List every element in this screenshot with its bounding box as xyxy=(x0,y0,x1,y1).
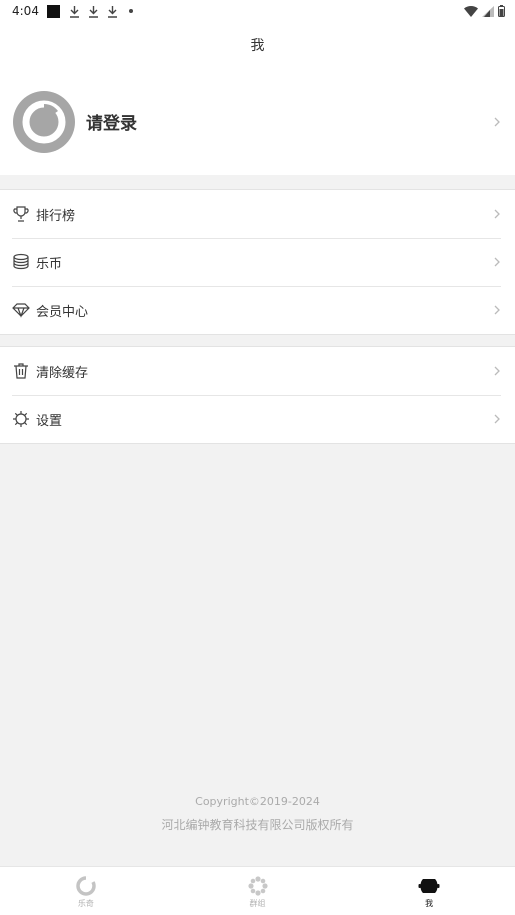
nav-tab-me[interactable]: 我 xyxy=(343,867,515,915)
menu-label: 乐币 xyxy=(36,256,63,272)
bell-icon xyxy=(418,879,440,893)
bottom-nav: 乐奇 群组 我 xyxy=(0,866,515,915)
notification-dot-icon xyxy=(128,9,133,13)
menu-group-settings: 清除缓存 设置 xyxy=(0,346,515,444)
menu-item-coins[interactable]: 乐币 xyxy=(0,238,515,286)
trophy-icon xyxy=(13,206,29,222)
menu-label: 排行榜 xyxy=(36,208,76,224)
menu-group-main: 排行榜 乐币 会员中心 xyxy=(0,189,515,335)
menu-item-ranking[interactable]: 排行榜 xyxy=(0,190,515,238)
chevron-right-icon xyxy=(494,366,500,376)
title-bar: 我 xyxy=(0,22,515,68)
menu-label: 清除缓存 xyxy=(36,365,89,381)
ring-icon xyxy=(76,875,96,896)
gear-icon xyxy=(13,411,29,427)
screen: 4:04 我 请登录 排行榜 乐币 会员中心 清除缓存 设置 Copyright… xyxy=(0,0,515,915)
signal-icon xyxy=(482,5,494,17)
coins-icon xyxy=(13,253,29,270)
trash-icon xyxy=(14,363,28,379)
login-label: 请登录 xyxy=(86,114,137,134)
chevron-right-icon xyxy=(494,257,500,267)
avatar xyxy=(13,90,75,153)
wifi-icon xyxy=(464,5,478,17)
status-time: 4:04 xyxy=(12,4,39,18)
nav-label: 我 xyxy=(425,899,434,908)
nav-tab-leqi[interactable]: 乐奇 xyxy=(0,867,172,915)
menu-label: 设置 xyxy=(36,413,63,429)
chevron-right-icon xyxy=(494,414,500,424)
nav-label: 乐奇 xyxy=(77,899,94,908)
copyright-text: Copyright©2019-2024 xyxy=(195,795,320,808)
menu-label: 会员中心 xyxy=(36,304,89,320)
download-icon xyxy=(107,5,117,18)
logo-ring-icon xyxy=(22,100,66,143)
diamond-icon xyxy=(12,303,30,318)
status-right xyxy=(464,5,505,17)
menu-item-settings[interactable]: 设置 xyxy=(0,395,515,443)
download-icon xyxy=(88,5,98,18)
menu-item-vip-center[interactable]: 会员中心 xyxy=(0,286,515,334)
login-card[interactable]: 请登录 xyxy=(0,68,515,175)
flower-icon xyxy=(247,876,268,896)
menu-item-clear-cache[interactable]: 清除缓存 xyxy=(0,347,515,395)
nav-tab-groups[interactable]: 群组 xyxy=(172,867,344,915)
chevron-right-icon xyxy=(494,117,500,126)
status-bar: 4:04 xyxy=(0,0,515,22)
notification-square-icon xyxy=(46,4,60,18)
download-icon xyxy=(69,5,79,18)
company-text: 河北编钟教育科技有限公司版权所有 xyxy=(161,818,354,832)
battery-icon xyxy=(498,5,505,17)
chevron-right-icon xyxy=(494,209,500,219)
chevron-right-icon xyxy=(494,305,500,315)
page-title: 我 xyxy=(250,38,265,54)
nav-label: 群组 xyxy=(249,899,266,908)
